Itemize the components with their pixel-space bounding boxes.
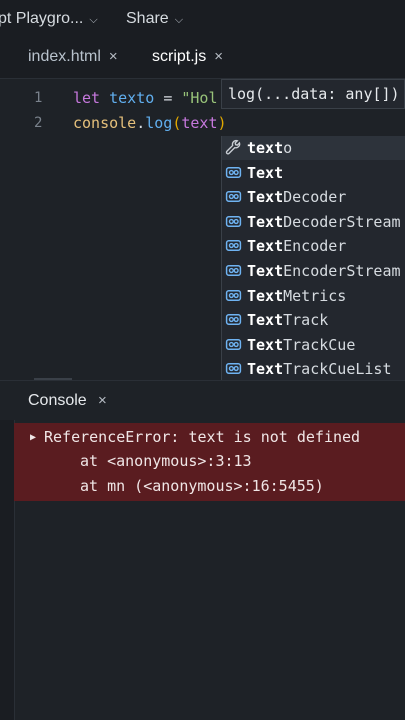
- remaining-text: Track: [283, 311, 329, 330]
- autocomplete-item-label: Text: [247, 164, 283, 182]
- matched-text: Text: [247, 212, 284, 231]
- remaining-text: Metrics: [283, 286, 347, 305]
- method-token: log: [145, 114, 173, 132]
- signature-help-tooltip: log(...data: any[]): [221, 79, 405, 109]
- class-icon: [225, 360, 242, 377]
- matched-text: Text: [247, 237, 284, 256]
- autocomplete-list[interactable]: texto Text TextDecoder TextDecoderStream Tex…: [221, 136, 405, 406]
- close-icon[interactable]: ×: [214, 48, 223, 65]
- tab-script-js[interactable]: script.js ×: [152, 48, 223, 66]
- autocomplete-item[interactable]: TextDecoder: [222, 185, 405, 209]
- remaining-text: EncoderStream: [283, 262, 401, 280]
- remaining-text: Decoder: [283, 188, 347, 207]
- matched-text: text: [247, 139, 284, 157]
- class-icon: [225, 213, 242, 230]
- console-error-entry[interactable]: ▶ ReferenceError: text is not defined at…: [14, 423, 405, 501]
- autocomplete-item[interactable]: TextEncoderStream: [222, 259, 405, 283]
- top-bar: pt Playgro... ⌵ Share ⌵: [0, 0, 405, 38]
- class-icon: [225, 336, 242, 353]
- autocomplete-item[interactable]: TextEncoder: [222, 234, 405, 258]
- class-icon: [225, 237, 242, 254]
- error-message: ReferenceError: text is not defined: [44, 428, 361, 446]
- matched-text: Text: [247, 335, 284, 354]
- dot-token: .: [136, 114, 146, 132]
- close-paren-token: ): [217, 114, 227, 132]
- autocomplete-item-label: TextTrack: [247, 311, 328, 329]
- autocomplete-item-label: TextDecoder: [247, 188, 346, 206]
- remaining-text: Encoder: [283, 237, 347, 256]
- matched-text: Text: [247, 188, 284, 207]
- expand-triangle-icon[interactable]: ▶: [30, 432, 36, 443]
- code-line-2[interactable]: console.log(text): [73, 114, 227, 132]
- class-icon: [225, 164, 242, 181]
- chevron-down-icon: ⌵: [89, 14, 98, 26]
- share-menu-label: Share: [126, 10, 169, 27]
- remaining-text: TrackCueList: [283, 360, 392, 379]
- project-menu-label: pt Playgro...: [0, 10, 84, 27]
- keyword-token: let: [73, 89, 101, 107]
- chevron-down-icon: ⌵: [174, 14, 184, 26]
- autocomplete-item-label: TextEncoderStream: [247, 262, 401, 280]
- matched-text: Text: [247, 311, 284, 330]
- code-line-1[interactable]: let texto = "Hol: [73, 89, 218, 107]
- console-title: Console: [28, 392, 87, 409]
- stack-frame: at mn (<anonymous>:16:5455): [80, 477, 324, 495]
- close-icon[interactable]: ×: [98, 392, 107, 409]
- class-icon: [225, 311, 242, 328]
- string-token: "Hol: [181, 89, 218, 107]
- line-number: 2: [34, 115, 43, 131]
- project-menu[interactable]: pt Playgro... ⌵: [0, 10, 98, 28]
- object-token: console: [73, 114, 137, 132]
- autocomplete-item[interactable]: TextTrackCueList: [222, 357, 405, 381]
- autocomplete-item-label: texto: [247, 139, 292, 157]
- variable-token: texto: [109, 89, 155, 107]
- class-icon: [225, 188, 242, 205]
- wrench-icon: [225, 139, 242, 156]
- argument-token: text: [181, 114, 218, 132]
- autocomplete-item[interactable]: TextTrackCue: [222, 333, 405, 357]
- editor-tab-bar: index.html × script.js ×: [0, 38, 405, 79]
- close-icon[interactable]: ×: [109, 48, 118, 65]
- autocomplete-item[interactable]: texto: [222, 136, 405, 160]
- left-panel-edge: [0, 420, 15, 720]
- matched-text: Text: [247, 360, 284, 379]
- line-number: 1: [34, 90, 43, 106]
- autocomplete-item-label: TextDecoderStream: [247, 213, 401, 231]
- stack-frame: at <anonymous>:3:13: [80, 452, 252, 470]
- autocomplete-item[interactable]: TextMetrics: [222, 284, 405, 308]
- autocomplete-item[interactable]: Text: [222, 161, 405, 185]
- remaining-text: TrackCue: [283, 335, 356, 354]
- remaining-text: o: [283, 139, 293, 157]
- tab-index-html[interactable]: index.html ×: [28, 48, 118, 66]
- remaining-text: DecoderStream: [283, 212, 401, 231]
- tab-label: index.html: [28, 48, 101, 65]
- autocomplete-item-label: TextTrackCueList: [247, 360, 392, 378]
- autocomplete-item-label: TextTrackCue: [247, 336, 355, 354]
- operator-token: =: [163, 89, 173, 107]
- autocomplete-item-label: TextEncoder: [247, 237, 346, 255]
- matched-text: Text: [247, 163, 284, 182]
- tab-label: script.js: [152, 48, 207, 65]
- matched-text: Text: [247, 262, 284, 280]
- class-icon: [225, 287, 242, 304]
- class-icon: [225, 262, 242, 279]
- autocomplete-item-label: TextMetrics: [247, 287, 346, 305]
- autocomplete-item[interactable]: TextDecoderStream: [222, 210, 405, 234]
- console-header: Console ×: [0, 380, 405, 421]
- share-menu[interactable]: Share ⌵: [126, 10, 183, 28]
- matched-text: Text: [247, 286, 284, 305]
- autocomplete-item[interactable]: TextTrack: [222, 308, 405, 332]
